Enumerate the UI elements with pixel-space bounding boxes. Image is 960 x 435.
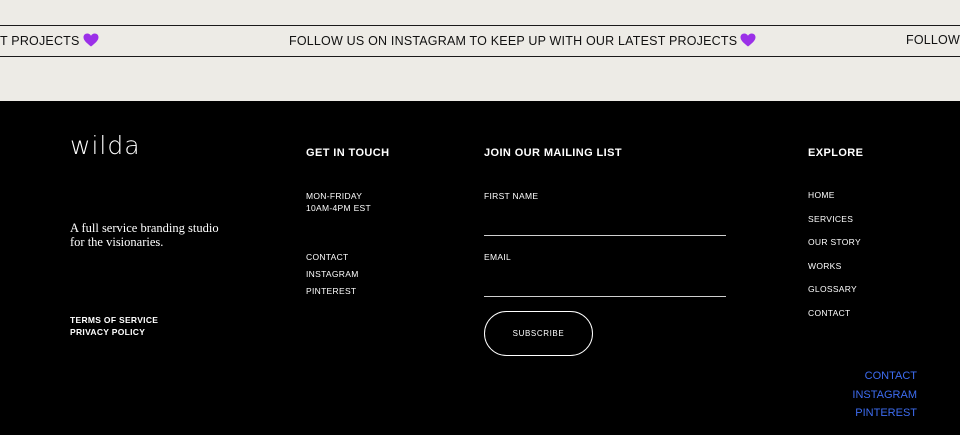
marquee-segment: T PROJECTS <box>0 33 99 48</box>
social-link-instagram[interactable]: INSTAGRAM <box>852 386 917 405</box>
explore-link-home[interactable]: HOME <box>808 184 861 208</box>
touch-link-pinterest[interactable]: PINTEREST <box>306 283 359 300</box>
subscribe-button[interactable]: SUBSCRIBE <box>484 311 593 356</box>
legal-links: TERMS OF SERVICE PRIVACY POLICY <box>70 314 158 338</box>
get-in-touch-heading: GET IN TOUCH <box>306 147 390 159</box>
touch-link-contact[interactable]: CONTACT <box>306 249 359 266</box>
mailing-list-heading: JOIN OUR MAILING LIST <box>484 147 622 159</box>
office-hours: MON-FRIDAY 10AM-4PM EST <box>306 190 371 214</box>
marquee-text: FOLLOW US ON INSTAGRAM TO KEEP UP WITH O… <box>289 34 738 48</box>
touch-link-instagram[interactable]: INSTAGRAM <box>306 266 359 283</box>
email-label: EMAIL <box>484 252 512 262</box>
explore-link-glossary[interactable]: GLOSSARY <box>808 278 861 302</box>
marquee-text: FOLLOW <box>906 33 960 47</box>
explore-link-contact[interactable]: CONTACT <box>808 302 861 326</box>
hours-time: 10AM-4PM EST <box>306 203 372 213</box>
social-links: CONTACT INSTAGRAM PINTEREST <box>852 367 917 423</box>
purple-heart-icon <box>83 33 99 47</box>
first-name-label: FIRST NAME <box>484 191 539 201</box>
marquee-segment: FOLLOW <box>906 33 960 47</box>
explore-link-our-story[interactable]: OUR STORY <box>808 231 861 255</box>
brand-tagline: A full service branding studio for the v… <box>70 221 219 249</box>
instagram-marquee: T PROJECTS FOLLOW US ON INSTAGRAM TO KEE… <box>0 25 960 57</box>
privacy-policy-link[interactable]: PRIVACY POLICY <box>70 326 158 338</box>
explore-link-works[interactable]: WORKS <box>808 255 861 279</box>
explore-heading: EXPLORE <box>808 147 864 159</box>
social-link-contact[interactable]: CONTACT <box>852 367 917 386</box>
first-name-field[interactable] <box>484 215 726 236</box>
social-link-pinterest[interactable]: PINTEREST <box>852 404 917 423</box>
explore-links: HOME SERVICES OUR STORY WORKS GLOSSARY C… <box>808 184 861 325</box>
purple-heart-icon <box>740 33 756 47</box>
hours-days: MON-FRIDAY <box>306 191 363 201</box>
marquee-text: T PROJECTS <box>0 34 80 48</box>
terms-of-service-link[interactable]: TERMS OF SERVICE <box>70 314 158 326</box>
email-field[interactable] <box>484 276 726 297</box>
brand-logo[interactable]: wilda <box>70 131 141 160</box>
marquee-segment: FOLLOW US ON INSTAGRAM TO KEEP UP WITH O… <box>289 33 756 48</box>
site-footer: wilda A full service branding studio for… <box>0 101 960 435</box>
get-in-touch-links: CONTACT INSTAGRAM PINTEREST <box>306 249 359 300</box>
explore-link-services[interactable]: SERVICES <box>808 208 861 232</box>
